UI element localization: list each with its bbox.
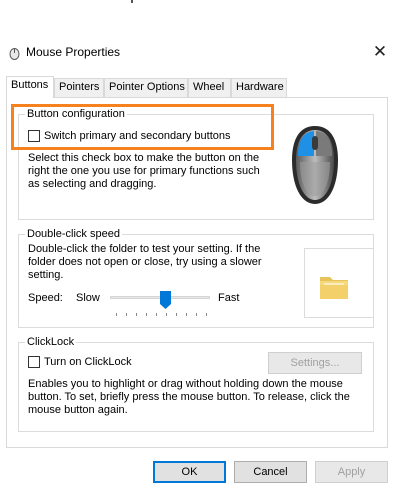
button-config-description: Select this check box to make the button… — [28, 152, 260, 190]
tab-label: Buttons — [11, 79, 49, 91]
fast-label: Fast — [218, 292, 240, 304]
clicklock-description: Enables you to highlight or drag without… — [28, 378, 350, 416]
clicklock-settings-button[interactable]: Settings... — [268, 352, 362, 374]
slider-tick — [156, 313, 157, 316]
slow-label: Slow — [76, 292, 100, 304]
slider-tick — [166, 313, 167, 316]
close-icon: ✕ — [372, 42, 388, 61]
tab-label: Hardware — [236, 81, 284, 93]
slider-tick — [146, 313, 147, 316]
slider-tick — [186, 313, 187, 316]
window-title: Mouse Properties — [26, 45, 121, 59]
top-mark — [131, 0, 133, 3]
test-folder-area[interactable] — [304, 248, 374, 318]
clicklock-label[interactable]: Turn on ClickLock — [44, 356, 132, 369]
annotation-highlight-box — [11, 104, 274, 150]
folder-icon — [317, 269, 351, 306]
mouse-illustration-icon — [287, 122, 343, 211]
tab-label: Pointer Options — [109, 81, 185, 93]
clicklock-legend: ClickLock — [25, 336, 77, 348]
tab-hardware[interactable]: Hardware — [231, 78, 287, 97]
tab-wheel[interactable]: Wheel — [188, 78, 231, 97]
slider-tick — [116, 313, 117, 316]
ok-button[interactable]: OK — [153, 461, 226, 483]
cancel-button[interactable]: Cancel — [234, 461, 307, 483]
slider-tick — [136, 313, 137, 316]
clicklock-checkbox[interactable] — [28, 356, 40, 368]
close-button[interactable]: ✕ — [366, 40, 394, 64]
tab-pointers[interactable]: Pointers — [54, 78, 104, 97]
tab-label: Pointers — [59, 81, 100, 93]
slider-tick — [196, 313, 197, 316]
double-click-legend: Double-click speed — [25, 228, 122, 240]
apply-button[interactable]: Apply — [315, 461, 388, 483]
speed-slider-thumb[interactable] — [160, 291, 171, 309]
slider-tick — [206, 313, 207, 316]
tab-label: Wheel — [193, 81, 225, 93]
tab-pointer-options[interactable]: Pointer Options — [104, 78, 188, 97]
mouse-app-icon — [8, 47, 21, 63]
slider-tick — [126, 313, 127, 316]
title-bar: Mouse Properties ✕ — [0, 40, 394, 66]
double-click-description: Double-click the folder to test your set… — [28, 243, 262, 281]
tab-buttons[interactable]: Buttons — [6, 76, 54, 98]
slider-tick — [176, 313, 177, 316]
speed-label: Speed: — [28, 292, 63, 304]
